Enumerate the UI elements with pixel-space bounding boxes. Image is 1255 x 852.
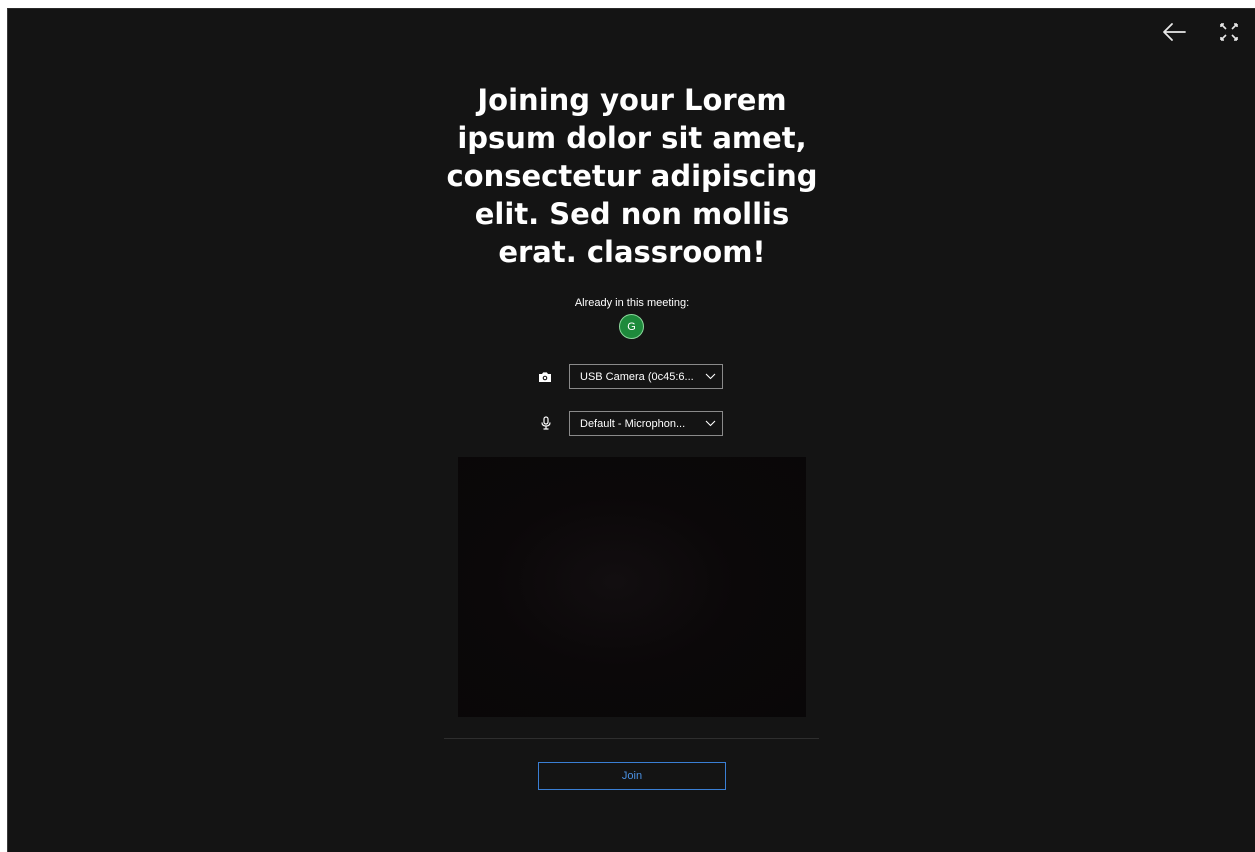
meeting-join-screen: Joining your Lorem ipsum dolor sit amet,… — [7, 8, 1255, 852]
camera-icon — [538, 370, 552, 384]
arrow-left-icon[interactable] — [1161, 21, 1187, 43]
fullscreen-icon[interactable] — [1218, 21, 1240, 43]
meeting-title: Joining your Lorem ipsum dolor sit amet,… — [446, 83, 818, 269]
chevron-down-icon — [698, 420, 722, 427]
microphone-icon — [539, 416, 553, 430]
already-in-meeting-label: Already in this meeting: — [574, 297, 690, 309]
camera-select-value: USB Camera (0c45:6... — [580, 370, 694, 383]
chevron-down-icon — [698, 373, 722, 380]
divider — [444, 738, 819, 739]
camera-select[interactable]: USB Camera (0c45:6... — [569, 364, 723, 389]
camera-preview — [458, 457, 806, 717]
participant-avatar: G — [619, 314, 644, 339]
microphone-select-value: Default - Microphon... — [580, 417, 686, 430]
microphone-select[interactable]: Default - Microphon... — [569, 411, 723, 436]
join-button[interactable]: Join — [538, 762, 726, 790]
